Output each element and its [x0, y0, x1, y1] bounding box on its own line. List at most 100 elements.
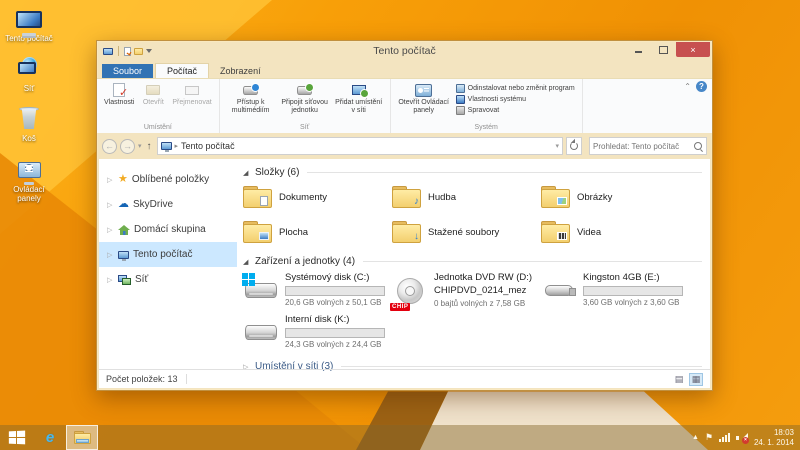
up-button[interactable]: ↑ [145, 141, 154, 152]
new-folder-icon[interactable] [134, 48, 143, 55]
folder-item-desktop[interactable]: Plocha [243, 218, 392, 246]
folder-item-pictures[interactable]: Obrázky [541, 183, 690, 211]
search-box[interactable] [589, 137, 707, 155]
properties-icon[interactable] [124, 47, 131, 56]
sidebar-item-label: Domácí skupina [134, 224, 206, 235]
navigation-pane: ▷ ★ Oblíbené položky ▷ ☁ SkyDrive ▷ Domá… [99, 159, 237, 369]
folder-item-videos[interactable]: Videa [541, 218, 690, 246]
taskbar: e ▲ ⚑ × 18:03 24. 1. 2014 [0, 425, 800, 450]
group-header-folders[interactable]: ◢ Složky (6) [243, 165, 702, 180]
ribbon-group-network: Přístup k multimédiím Připojit síťovou j… [220, 79, 391, 133]
window-computer-icon [103, 48, 113, 55]
status-bar: Počet položek: 13 ▤ ▦ [99, 369, 710, 388]
address-breadcrumb[interactable]: ▸ Tento počítač ▾ [157, 137, 563, 155]
group-expanded-icon[interactable]: ◢ [243, 169, 251, 177]
clock-date: 24. 1. 2014 [754, 438, 794, 448]
uninstall-program-button[interactable]: Odinstalovat nebo změnit program [456, 84, 575, 93]
show-hidden-icons-chevron[interactable]: ▲ [692, 434, 699, 441]
properties-icon [110, 82, 128, 98]
taskbar-file-explorer-button[interactable] [66, 425, 98, 450]
add-network-location-button[interactable]: Přidat umístění v síti [333, 81, 385, 123]
ribbon-group-location: Vlastnosti Otevřít Přejmenovat Umístění [97, 79, 220, 133]
ribbon-corner: ⌃ ? [684, 81, 707, 92]
group-header-devices[interactable]: ◢ Zařízení a jednotky (4) [243, 254, 702, 269]
sidebar-item-skydrive[interactable]: ▷ ☁ SkyDrive [99, 192, 237, 217]
ribbon-tabs: Soubor Počítač Zobrazení [97, 61, 712, 78]
rename-button[interactable]: Přejmenovat [170, 81, 213, 123]
close-button[interactable]: × [676, 42, 710, 57]
map-network-drive-button[interactable]: Připojit síťovou jednotku [279, 81, 331, 123]
computer-icon [161, 142, 172, 150]
qat-dropdown-caret-icon[interactable] [146, 49, 152, 53]
drive-item-internal[interactable]: Interní disk (K:) 24,3 GB volných z 24,4… [243, 314, 392, 351]
rename-icon [183, 82, 201, 98]
usb-drive-icon [541, 272, 577, 309]
homegroup-icon [118, 225, 130, 235]
taskbar-internet-explorer-button[interactable]: e [34, 425, 66, 450]
chip-badge: CHIP [390, 303, 410, 311]
drive-item-c[interactable]: Systémový disk (C:) 20,6 GB volných z 50… [243, 272, 392, 309]
expander-icon[interactable]: ▷ [107, 176, 114, 184]
desktop-icon-this-pc[interactable]: Tento počítač [2, 6, 56, 43]
sidebar-item-network[interactable]: ▷ Síť [99, 267, 237, 292]
group-expanded-icon[interactable]: ◢ [243, 258, 251, 266]
system-properties-button[interactable]: Vlastnosti systému [456, 95, 575, 104]
action-center-flag-icon[interactable]: ⚑ [705, 433, 713, 442]
desktop-icon-recycle-bin[interactable]: Koš [2, 106, 56, 143]
sidebar-item-this-pc[interactable]: ▷ Tento počítač [99, 242, 237, 267]
window-title: Tento počítač [97, 45, 712, 57]
taskbar-clock[interactable]: 18:03 24. 1. 2014 [754, 428, 794, 447]
network-icon [118, 275, 131, 285]
control-panel-icon [415, 82, 433, 98]
expander-icon[interactable]: ▷ [107, 226, 114, 234]
capacity-bar [583, 286, 683, 296]
recycle-bin-icon [21, 106, 38, 132]
folder-item-documents[interactable]: Dokumenty [243, 183, 392, 211]
open-button[interactable]: Otevřít [138, 81, 168, 123]
drive-item-dvd[interactable]: CHIP Jednotka DVD RW (D:) CHIPDVD_0214_m… [392, 272, 541, 309]
file-explorer-icon [74, 431, 91, 444]
forward-button[interactable]: → [120, 139, 135, 154]
details-view-icon[interactable]: ▤ [672, 373, 686, 386]
sidebar-item-favorites[interactable]: ▷ ★ Oblíbené položky [99, 167, 237, 192]
address-dropdown-caret-icon[interactable]: ▾ [555, 142, 559, 150]
media-access-button[interactable]: Přístup k multimédiím [225, 81, 277, 123]
breadcrumb-item[interactable]: Tento počítač [181, 141, 235, 151]
desktop-background: Tento počítač Síť Koš Ovládací panely Te [0, 0, 800, 450]
drive-item-kingston[interactable]: Kingston 4GB (E:) 3,60 GB volných z 3,60… [541, 272, 690, 309]
star-icon: ★ [118, 174, 128, 185]
manage-button[interactable]: Spravovat [456, 106, 575, 115]
folder-item-downloads[interactable]: ↓ Stažené soubory [392, 218, 541, 246]
tab-computer[interactable]: Počítač [155, 63, 209, 78]
ribbon-group-label: Umístění [102, 123, 214, 133]
computer-icon [118, 251, 129, 259]
back-button[interactable]: ← [102, 139, 117, 154]
videos-folder-icon [541, 221, 570, 243]
maximize-button[interactable] [651, 42, 676, 57]
expander-icon[interactable]: ▷ [107, 251, 114, 259]
desktop-icon-control-panel[interactable]: Ovládací panely [2, 157, 56, 203]
tab-file[interactable]: Soubor [102, 64, 153, 78]
open-control-panel-button[interactable]: Otevřít Ovládací panely [396, 81, 452, 123]
collapse-ribbon-icon[interactable]: ⌃ [684, 82, 691, 91]
refresh-button[interactable] [566, 137, 582, 155]
desktop-icons: Tento počítač Síť Koš Ovládací panely [2, 6, 56, 203]
sidebar-item-homegroup[interactable]: ▷ Domácí skupina [99, 217, 237, 242]
folder-item-music[interactable]: ♪ Hudba [392, 183, 541, 211]
network-signal-icon[interactable] [719, 433, 730, 442]
minimize-button[interactable] [626, 42, 651, 57]
large-icons-view-icon[interactable]: ▦ [689, 373, 703, 386]
recent-locations-caret-icon[interactable]: ▾ [138, 142, 142, 150]
expander-icon[interactable]: ▷ [107, 276, 114, 284]
properties-button[interactable]: Vlastnosti [102, 81, 136, 123]
start-button[interactable] [0, 425, 34, 450]
search-input[interactable] [593, 142, 693, 151]
ribbon-group-system: Otevřít Ovládací panely Odinstalovat neb… [391, 79, 583, 133]
help-icon[interactable]: ? [696, 81, 707, 92]
caption-buttons: × [626, 42, 710, 57]
volume-muted-icon[interactable]: × [736, 433, 748, 443]
tab-view[interactable]: Zobrazení [209, 64, 272, 78]
desktop-icon-network[interactable]: Síť [2, 56, 56, 93]
expander-icon[interactable]: ▷ [107, 201, 114, 209]
uninstall-icon [456, 84, 465, 93]
